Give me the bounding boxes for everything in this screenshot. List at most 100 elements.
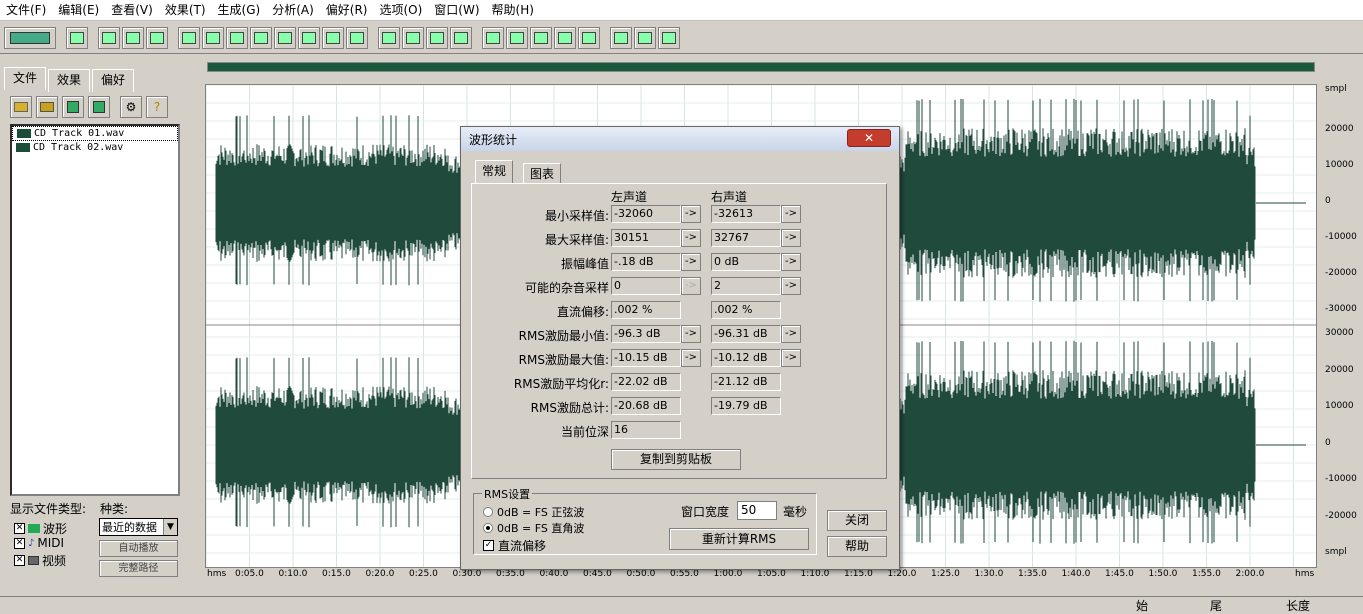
type-video-checkbox[interactable]: ✕: [14, 555, 25, 566]
recalculate-rms-button[interactable]: 重新计算RMS: [669, 528, 809, 550]
menu-item-7[interactable]: 选项(O): [373, 0, 428, 21]
right-goto-button[interactable]: ->: [781, 253, 801, 271]
toolbar-mode-button[interactable]: [4, 26, 56, 49]
type-wave-row[interactable]: ✕ 波形: [14, 520, 67, 537]
toolbar-button-18[interactable]: [530, 26, 552, 49]
help-button[interactable]: ?: [146, 96, 168, 118]
time-tick-label: 1:40.0: [1061, 569, 1091, 579]
close-button[interactable]: 关闭: [827, 510, 887, 531]
radio-square[interactable]: 0dB = FS 直角波: [483, 520, 584, 536]
right-goto-button[interactable]: ->: [781, 277, 801, 295]
toolbar-button-13[interactable]: [402, 26, 424, 49]
toolbar-button-23[interactable]: [658, 26, 680, 49]
close-icon[interactable]: ✕: [847, 129, 891, 147]
window-width-input[interactable]: 50: [737, 501, 777, 520]
close-file-button[interactable]: [88, 96, 110, 118]
toolbar-button-1[interactable]: [98, 26, 120, 49]
right-goto-button[interactable]: ->: [781, 349, 801, 367]
settings-button[interactable]: ⚙: [120, 96, 142, 118]
left-value-field: -22.02 dB: [611, 373, 681, 391]
toolbar-button-5[interactable]: [202, 26, 224, 49]
type-midi-row[interactable]: ✕ ♪ MIDI: [14, 536, 64, 550]
toolbar-button-8[interactable]: [274, 26, 296, 49]
right-goto-button[interactable]: ->: [781, 205, 801, 223]
right-channel-header: 右声道: [711, 190, 748, 204]
full-path-button[interactable]: 完整路径: [99, 560, 178, 577]
copy-to-clipboard-button[interactable]: 复制到剪贴板: [611, 449, 741, 470]
amplitude-tick-label: -10000: [1325, 232, 1357, 242]
toolbar-button-6[interactable]: [226, 26, 248, 49]
right-goto-button[interactable]: ->: [781, 229, 801, 247]
menu-item-9[interactable]: 帮助(H): [486, 0, 540, 21]
toolbar-button-20[interactable]: [578, 26, 600, 49]
toolbar-button-0[interactable]: [66, 26, 88, 49]
toolbar-button-7[interactable]: [250, 26, 272, 49]
toolbar-button-12[interactable]: [378, 26, 400, 49]
toolbar-button-21[interactable]: [610, 26, 632, 49]
radio-sine-dot[interactable]: [483, 507, 493, 517]
radio-sine[interactable]: 0dB = FS 正弦波: [483, 504, 584, 520]
kind-select[interactable]: 最近的数据 ▼: [99, 518, 178, 536]
toolbar-button-22[interactable]: [634, 26, 656, 49]
menu-item-1[interactable]: 编辑(E): [52, 0, 105, 21]
list-item[interactable]: CD Track 02.wav: [12, 141, 178, 154]
left-goto-button[interactable]: ->: [681, 277, 701, 295]
toolbar-button-16[interactable]: [482, 26, 504, 49]
auto-play-button[interactable]: 自动播放: [99, 540, 178, 557]
insert-icon: [67, 101, 79, 113]
toolbar-button-17[interactable]: [506, 26, 528, 49]
tab-general[interactable]: 常规: [475, 160, 514, 184]
help-button[interactable]: 帮助: [827, 536, 887, 557]
menu-item-0[interactable]: 文件(F): [0, 0, 52, 21]
type-video-row[interactable]: ✕ 视频: [14, 552, 66, 569]
tab-files[interactable]: 文件: [4, 67, 47, 90]
type-wave-checkbox[interactable]: ✕: [14, 523, 25, 534]
left-goto-button[interactable]: ->: [681, 205, 701, 223]
tab-chart[interactable]: 图表: [523, 163, 562, 183]
stat-label: 最大采样值:: [544, 233, 609, 247]
radio-square-dot[interactable]: [483, 523, 493, 533]
tab-favorites[interactable]: 偏好: [92, 69, 135, 92]
menu-item-8[interactable]: 窗口(W): [428, 0, 485, 21]
toolbar-button-2[interactable]: [122, 26, 144, 49]
dc-offset-checkbox[interactable]: ✓: [483, 540, 494, 551]
menu-item-3[interactable]: 效果(T): [159, 0, 212, 21]
left-goto-button[interactable]: ->: [681, 349, 701, 367]
toolbar-button-9[interactable]: [298, 26, 320, 49]
toolbar-button-14[interactable]: [426, 26, 448, 49]
type-midi-checkbox[interactable]: ✕: [14, 537, 25, 549]
toolbar-button-10[interactable]: [322, 26, 344, 49]
menu-item-6[interactable]: 偏好(R): [320, 0, 374, 21]
toolbar-button-15[interactable]: [450, 26, 472, 49]
end-label: 尾: [1210, 599, 1223, 613]
dc-offset-option[interactable]: ✓ 直流偏移: [483, 537, 546, 554]
menu-item-5[interactable]: 分析(A): [266, 0, 320, 21]
waveform-icon: [17, 129, 31, 138]
left-goto-button[interactable]: ->: [681, 325, 701, 343]
amplitude-tick-label: 0: [1325, 196, 1331, 206]
overview-bar[interactable]: [207, 62, 1315, 72]
menu-item-2[interactable]: 查看(V): [105, 0, 159, 21]
tab-effects[interactable]: 效果: [48, 69, 91, 92]
open-file-button[interactable]: [10, 96, 32, 118]
left-goto-button[interactable]: ->: [681, 229, 701, 247]
insert-button[interactable]: [62, 96, 84, 118]
left-value-field: 16: [611, 421, 681, 439]
left-goto-button[interactable]: ->: [681, 253, 701, 271]
toolbar-button-11[interactable]: [346, 26, 368, 49]
toolbar-button-19[interactable]: [554, 26, 576, 49]
organizer-tabs: 文件 效果 偏好: [4, 67, 136, 92]
amplitude-tick-label: 20000: [1325, 364, 1354, 375]
amplitude-unit: smpl: [1325, 84, 1347, 94]
right-goto-button[interactable]: ->: [781, 325, 801, 343]
time-tick-label: 0:25.0: [409, 569, 438, 579]
toolbar-button-3[interactable]: [146, 26, 168, 49]
list-item[interactable]: CD Track 01.wav: [12, 126, 178, 141]
stat-label: RMS激励平均化r:: [513, 377, 609, 391]
left-channel-header: 左声道: [611, 190, 648, 204]
rms-settings-title: RMS设置: [482, 486, 533, 502]
toolbar-button-4[interactable]: [178, 26, 200, 49]
import-button[interactable]: [36, 96, 58, 118]
menu-item-4[interactable]: 生成(G): [212, 0, 267, 21]
file-list[interactable]: CD Track 01.wav CD Track 02.wav: [10, 124, 180, 496]
